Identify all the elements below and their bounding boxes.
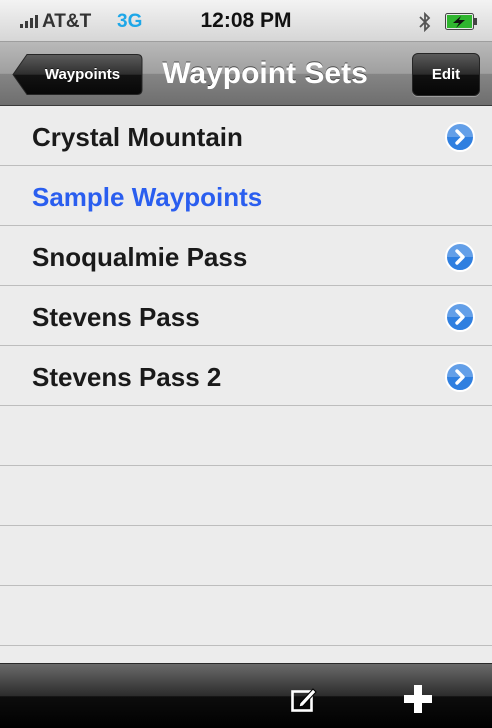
list-item-stevens-pass-2[interactable]: Stevens Pass 2 (0, 346, 492, 406)
navigation-bar: Waypoints Waypoint Sets Edit (0, 42, 492, 106)
detail-disclosure-icon[interactable] (445, 122, 475, 152)
add-icon[interactable] (402, 683, 434, 715)
list-item-label: Stevens Pass (32, 302, 200, 332)
list-item-label: Stevens Pass 2 (32, 362, 222, 392)
screen: AT&T 3G 12:08 PM Waypoints Waypoint Sets… (0, 0, 492, 728)
list-item-stevens-pass[interactable]: Stevens Pass (0, 286, 492, 346)
back-button-label: Waypoints (44, 66, 121, 83)
detail-disclosure-icon[interactable] (445, 242, 475, 272)
detail-disclosure-icon[interactable] (445, 302, 475, 332)
list-item-label: Snoqualmie Pass (32, 242, 248, 272)
list-item-sample-waypoints[interactable]: Sample Waypoints (0, 166, 492, 226)
empty-row (0, 406, 492, 466)
empty-row (0, 466, 492, 526)
edit-button[interactable]: Edit (412, 53, 480, 96)
back-button[interactable]: Waypoints (12, 53, 143, 96)
battery-charging-icon (445, 13, 477, 30)
empty-row (0, 526, 492, 586)
bluetooth-icon (419, 12, 431, 32)
page-title: Waypoint Sets (162, 57, 368, 90)
empty-row (0, 586, 492, 646)
waypoint-sets-list: Crystal Mountain Sample Waypoints Snoqua… (0, 106, 492, 646)
status-bar: AT&T 3G 12:08 PM (0, 0, 492, 42)
list-item-snoqualmie-pass[interactable]: Snoqualmie Pass (0, 226, 492, 286)
detail-disclosure-icon[interactable] (445, 362, 475, 392)
bottom-toolbar (0, 663, 492, 728)
list-item-crystal-mountain[interactable]: Crystal Mountain (0, 106, 492, 166)
list-item-label: Crystal Mountain (32, 122, 243, 152)
compose-icon[interactable] (290, 685, 318, 713)
list-item-label: Sample Waypoints (32, 182, 263, 212)
